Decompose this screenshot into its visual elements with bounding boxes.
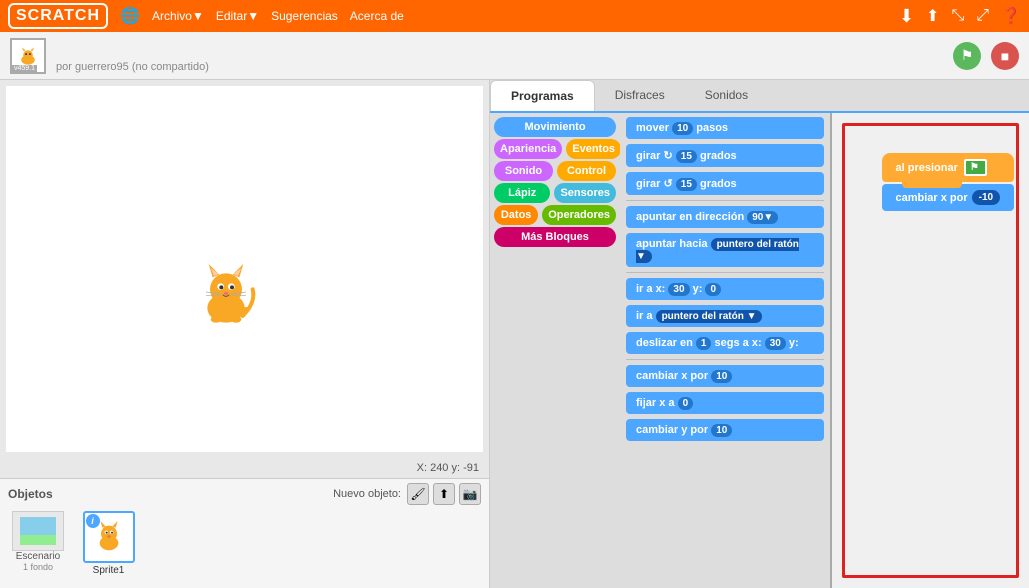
tab-sonidos[interactable]: Sonidos bbox=[685, 80, 768, 111]
block-girar-ccw[interactable]: girar ↺ 15 grados bbox=[626, 172, 824, 195]
block-ir-a[interactable]: ir a puntero del ratón ▼ bbox=[626, 305, 824, 327]
block-cambiar-y[interactable]: cambiar y por 10 bbox=[626, 419, 824, 441]
upload-icon[interactable]: ⬆ bbox=[926, 6, 939, 26]
menu-sugerencias[interactable]: Sugerencias bbox=[271, 9, 338, 23]
menu-archivo[interactable]: Archivo▼ bbox=[152, 9, 204, 23]
stop-icon: ■ bbox=[1001, 48, 1009, 64]
sprite1-thumb: i bbox=[83, 511, 135, 563]
scene-item[interactable]: Escenario 1 fondo bbox=[8, 511, 68, 576]
menu-acerca[interactable]: Acerca de bbox=[350, 9, 404, 23]
scratch-logo: SCRATCH bbox=[8, 3, 108, 29]
flag-button[interactable]: ⚑ bbox=[953, 42, 981, 70]
command-block[interactable]: cambiar x por -10 bbox=[882, 184, 1015, 211]
project-title-input[interactable]: Untitled bbox=[56, 38, 376, 59]
command-label: cambiar x por bbox=[896, 192, 968, 204]
script-area: Programas Disfraces Sonidos Movimiento A… bbox=[490, 80, 1029, 588]
cat-eventos[interactable]: Eventos bbox=[566, 139, 620, 159]
cat-mas-bloques[interactable]: Más Bloques bbox=[494, 227, 616, 247]
cat-operadores[interactable]: Operadores bbox=[542, 205, 616, 225]
blocks-list: mover 10 pasos girar ↻ 15 grados girar ↺… bbox=[620, 113, 832, 588]
tab-disfraces[interactable]: Disfraces bbox=[595, 80, 685, 111]
canvas-blocks: al presionar ⚑ cambiar x por -10 bbox=[882, 153, 1015, 211]
sprite1-label: Sprite1 bbox=[93, 565, 125, 576]
sprite1-item[interactable]: i S bbox=[76, 511, 141, 576]
menubar: SCRATCH 🌐 Archivo▼ Editar▼ Sugerencias A… bbox=[0, 0, 1029, 32]
block-mover[interactable]: mover 10 pasos bbox=[626, 117, 824, 139]
menu-editar[interactable]: Editar▼ bbox=[216, 9, 259, 23]
block-girar-cw[interactable]: girar ↻ 15 grados bbox=[626, 144, 824, 167]
objects-title: Objetos bbox=[8, 487, 53, 501]
objects-header: Objetos Nuevo objeto: 🖌 ⬆ 📷 bbox=[8, 483, 481, 505]
upload-sprite-button[interactable]: ⬆ bbox=[433, 483, 455, 505]
tab-programas[interactable]: Programas bbox=[490, 80, 595, 111]
block-ir-a-xy[interactable]: ir a x: 30 y: 0 bbox=[626, 278, 824, 300]
command-val: -10 bbox=[972, 190, 1000, 205]
stage-canvas[interactable] bbox=[6, 86, 483, 452]
download-icon[interactable]: ⬇ bbox=[899, 6, 914, 27]
cat-lapiz[interactable]: Lápiz bbox=[494, 183, 550, 203]
main-area: X: 240 y: -91 Objetos Nuevo objeto: 🖌 ⬆ … bbox=[0, 80, 1029, 588]
hat-label: al presionar bbox=[896, 162, 958, 174]
block-apuntar-hacia[interactable]: apuntar hacia puntero del ratón ▼ bbox=[626, 233, 824, 267]
block-apuntar-dir[interactable]: apuntar en dirección 90▼ bbox=[626, 206, 824, 228]
version-badge: v459.1 bbox=[12, 65, 37, 72]
scene-label: Escenario bbox=[16, 551, 60, 562]
block-cambiar-x[interactable]: cambiar x por 10 bbox=[626, 365, 824, 387]
cat-control[interactable]: Control bbox=[557, 161, 616, 181]
block-fijar-x[interactable]: fijar x a 0 bbox=[626, 392, 824, 414]
stage-area: X: 240 y: -91 Objetos Nuevo objeto: 🖌 ⬆ … bbox=[0, 80, 490, 588]
cat-movimiento[interactable]: Movimiento bbox=[494, 117, 616, 137]
cat-apariencia[interactable]: Apariencia bbox=[494, 139, 562, 159]
block-deslizar[interactable]: deslizar en 1 segs a x: 30 y: bbox=[626, 332, 824, 354]
cat-sprite bbox=[186, 256, 266, 336]
stop-button[interactable]: ■ bbox=[991, 42, 1019, 70]
stage-coords: X: 240 y: -91 bbox=[0, 458, 489, 478]
tabs: Programas Disfraces Sonidos bbox=[490, 80, 1029, 113]
cat-sensores[interactable]: Sensores bbox=[554, 183, 616, 203]
scene-sub: 1 fondo bbox=[23, 562, 53, 572]
sprite-info-button[interactable]: i bbox=[86, 514, 100, 528]
paint-new-sprite-button[interactable]: 🖌 bbox=[407, 483, 429, 505]
nuevo-objeto-label: Nuevo objeto: bbox=[333, 488, 401, 500]
fullscreen-icon[interactable]: ⤡ bbox=[951, 7, 964, 25]
titlebar: v459.1 Untitled por guerrero95 (no compa… bbox=[0, 32, 1029, 80]
script-canvas[interactable]: al presionar ⚑ cambiar x por -10 bbox=[832, 113, 1029, 588]
objects-list: Escenario 1 fondo i bbox=[8, 511, 481, 576]
present-icon[interactable]: ⤢ bbox=[976, 7, 989, 25]
objects-panel: Objetos Nuevo objeto: 🖌 ⬆ 📷 bbox=[0, 478, 489, 588]
camera-sprite-button[interactable]: 📷 bbox=[459, 483, 481, 505]
cat-datos[interactable]: Datos bbox=[494, 205, 538, 225]
help-icon[interactable]: ❓ bbox=[1001, 6, 1021, 26]
cat-sonido[interactable]: Sonido bbox=[494, 161, 553, 181]
project-subtitle: por guerrero95 (no compartido) bbox=[56, 61, 376, 73]
globe-icon[interactable]: 🌐 bbox=[120, 6, 140, 26]
hat-block[interactable]: al presionar ⚑ bbox=[882, 153, 1015, 182]
flag-icon: ⚑ bbox=[964, 159, 987, 176]
categories-panel: Movimiento Apariencia Eventos Sonido Con… bbox=[490, 113, 620, 588]
project-thumbnail: v459.1 bbox=[10, 38, 46, 74]
blocks-panel: Movimiento Apariencia Eventos Sonido Con… bbox=[490, 113, 1029, 588]
